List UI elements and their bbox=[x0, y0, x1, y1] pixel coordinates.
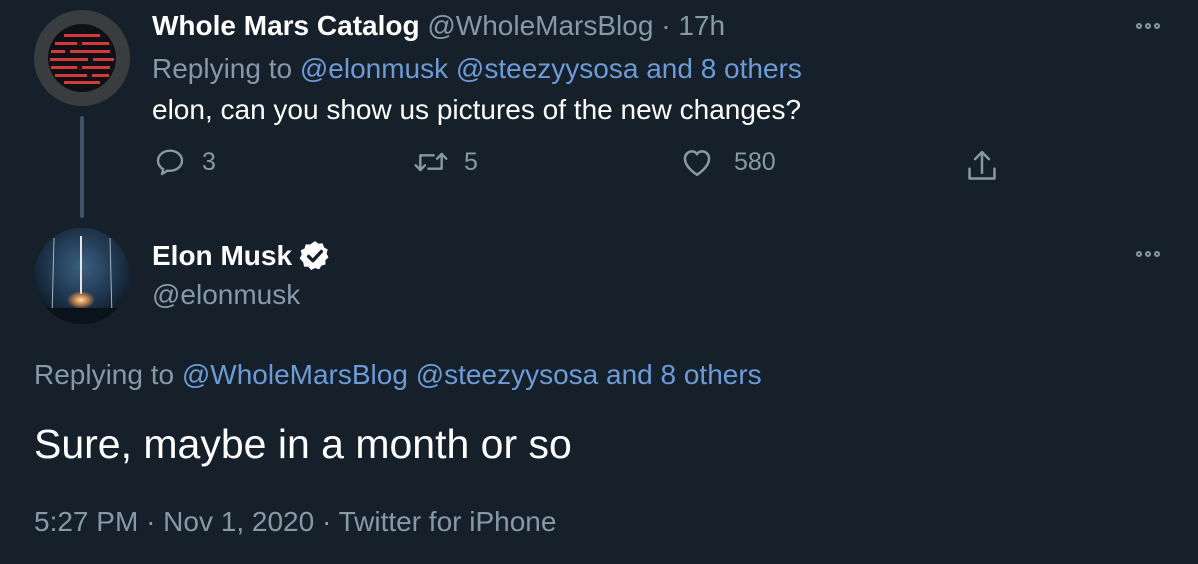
reply-icon bbox=[156, 149, 184, 176]
main-author-handle[interactable]: @elonmusk bbox=[152, 276, 300, 314]
main-tweet-text: Sure, maybe in a month or so bbox=[34, 421, 572, 467]
header-separator: · bbox=[661, 10, 671, 41]
tweet-thread: Whole Mars Catalog @WholeMarsBlog · 17h … bbox=[0, 0, 1198, 564]
mars-logo-icon bbox=[48, 24, 116, 92]
retweet-count: 5 bbox=[464, 147, 478, 176]
parent-tweet-header: Whole Mars Catalog @WholeMarsBlog · 17h bbox=[152, 8, 725, 44]
tweet-source[interactable]: Twitter for iPhone bbox=[339, 506, 557, 537]
whole-mars-avatar[interactable] bbox=[34, 10, 130, 106]
tweet-date[interactable]: Nov 1, 2020 bbox=[163, 506, 314, 537]
parent-replying-to: Replying to @elonmusk @steezyysosa and 8… bbox=[152, 51, 802, 87]
parent-author-name[interactable]: Whole Mars Catalog bbox=[152, 10, 420, 41]
main-more-icon[interactable] bbox=[1136, 251, 1160, 257]
verified-badge-icon bbox=[298, 239, 332, 273]
meta-separator: · bbox=[146, 506, 156, 537]
tweet-metadata: 5:27 PM · Nov 1, 2020 · Twitter for iPho… bbox=[34, 503, 556, 541]
rocket-launch-image bbox=[34, 228, 130, 324]
others-link[interactable]: and 8 others bbox=[646, 53, 802, 84]
parent-more-icon[interactable] bbox=[1136, 23, 1160, 29]
others-link[interactable]: and 8 others bbox=[606, 359, 762, 390]
parent-tweet-text: elon, can you show us pictures of the ne… bbox=[152, 94, 802, 125]
share-icon bbox=[968, 150, 996, 180]
tweet-time[interactable]: 5:27 PM bbox=[34, 506, 138, 537]
main-author-row: Elon Musk bbox=[152, 236, 332, 276]
parent-author-handle[interactable]: @WholeMarsBlog bbox=[427, 10, 653, 41]
main-replying-to: Replying to @WholeMarsBlog @steezyysosa … bbox=[34, 356, 762, 394]
replying-prefix: Replying to bbox=[34, 359, 175, 390]
retweet-action[interactable]: 5 bbox=[412, 146, 478, 178]
reply-count: 3 bbox=[202, 147, 216, 176]
thread-connector-line bbox=[80, 116, 84, 218]
elon-musk-avatar[interactable] bbox=[34, 228, 130, 324]
parent-tweet-time[interactable]: 17h bbox=[678, 10, 725, 41]
share-action[interactable] bbox=[965, 148, 999, 184]
mention-link[interactable]: @steezyysosa bbox=[416, 359, 599, 390]
main-author-name[interactable]: Elon Musk bbox=[152, 236, 292, 276]
retweet-icon bbox=[414, 152, 448, 172]
mention-link[interactable]: @elonmusk bbox=[300, 53, 448, 84]
heart-icon bbox=[683, 150, 711, 177]
mention-link[interactable]: @steezyysosa bbox=[456, 53, 639, 84]
mention-link[interactable]: @WholeMarsBlog bbox=[182, 359, 408, 390]
like-count: 580 bbox=[734, 147, 776, 176]
like-action[interactable]: 580 bbox=[680, 146, 776, 178]
replying-prefix: Replying to bbox=[152, 53, 293, 84]
meta-separator: · bbox=[321, 506, 332, 537]
reply-action[interactable]: 3 bbox=[154, 146, 216, 178]
